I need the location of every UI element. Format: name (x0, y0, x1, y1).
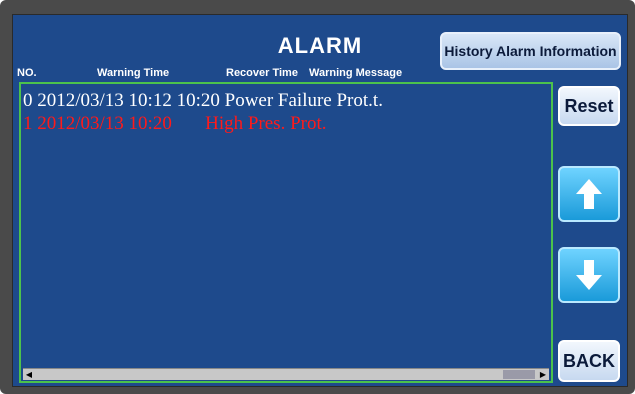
alarm-row-warning-time: 2012/03/13 10:20 (37, 113, 172, 134)
alarm-row[interactable]: 0 2012/03/13 10:12 10:20 Power Failure P… (23, 90, 383, 112)
back-button[interactable]: BACK (558, 340, 620, 382)
column-header-warning-time: Warning Time (97, 67, 170, 79)
alarm-row[interactable]: 1 2012/03/13 10:20 High Pres. Prot. (23, 113, 327, 135)
arrow-down-icon (576, 260, 602, 290)
column-header-recover-time: Recover Time (226, 67, 298, 79)
arrow-up-icon (576, 179, 602, 209)
alarm-row-no: 0 (23, 90, 33, 111)
column-header-no: NO. (17, 67, 37, 79)
alarm-row-no: 1 (23, 113, 33, 134)
horizontal-scrollbar[interactable]: ◀ ▶ (23, 368, 549, 380)
scroll-up-button[interactable] (558, 166, 620, 222)
scrollbar-thumb[interactable] (503, 370, 535, 379)
history-alarm-button[interactable]: History Alarm Information (440, 32, 621, 70)
reset-button[interactable]: Reset (558, 86, 620, 126)
column-header-warning-message: Warning Message (309, 67, 403, 79)
alarm-screen: ALARM History Alarm Information NO. Warn… (12, 14, 628, 387)
scroll-left-icon[interactable]: ◀ (23, 369, 35, 380)
alarm-row-message: High Pres. Prot. (205, 113, 327, 134)
alarm-row-warning-time: 2012/03/13 10:12 (37, 90, 172, 111)
alarm-row-recover-time: 10:20 (176, 90, 220, 111)
scroll-right-icon[interactable]: ▶ (537, 369, 549, 380)
alarm-row-message: Power Failure Prot.t. (224, 90, 383, 111)
scroll-down-button[interactable] (558, 247, 620, 303)
alarm-list[interactable]: 0 2012/03/13 10:12 10:20 Power Failure P… (19, 82, 553, 383)
